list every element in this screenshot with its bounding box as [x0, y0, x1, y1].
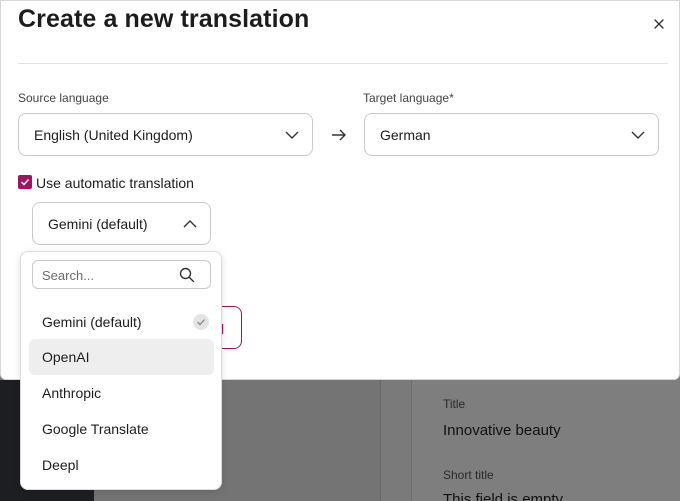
dropdown-option-deepl[interactable]: Deepl [29, 447, 214, 483]
source-language-label: Source language [18, 91, 109, 105]
short-title-field-label: Short title [443, 468, 494, 482]
option-label: Deepl [42, 457, 79, 473]
target-language-value: German [380, 127, 431, 143]
dropdown-search [32, 260, 211, 289]
dropdown-search-input[interactable] [42, 266, 172, 284]
source-language-value: English (United Kingdom) [34, 127, 193, 143]
engine-dropdown: Gemini (default) OpenAI Anthropic Google… [20, 251, 222, 490]
target-language-label: Target language* [363, 91, 454, 105]
modal-title: Create a new translation [18, 5, 310, 33]
close-button[interactable] [650, 15, 668, 33]
checkmark-icon [20, 178, 30, 186]
chevron-up-icon [183, 220, 197, 228]
auto-translate-checkbox[interactable] [18, 175, 32, 189]
search-icon [179, 267, 195, 283]
title-field-label: Title [443, 397, 466, 411]
translation-engine-select[interactable]: Gemini (default) [32, 202, 211, 245]
close-icon [654, 19, 664, 29]
chevron-down-icon [631, 131, 645, 139]
check-icon [193, 314, 209, 330]
header-divider [18, 63, 668, 64]
details-card: Title Innovative beauty Short title This… [411, 380, 680, 501]
option-label: Google Translate [42, 421, 149, 437]
target-language-select[interactable]: German [364, 113, 659, 156]
dropdown-option-google-translate[interactable]: Google Translate [29, 411, 214, 447]
short-title-field-value: This field is empty [443, 491, 564, 501]
option-label: OpenAI [42, 349, 90, 365]
option-label: Anthropic [42, 385, 102, 401]
arrow-right-icon [332, 129, 346, 141]
option-label: Gemini (default) [42, 314, 142, 330]
auto-translate-label: Use automatic translation [36, 175, 194, 191]
dropdown-option-openai[interactable]: OpenAI [29, 339, 214, 375]
title-field-value: Innovative beauty [443, 422, 561, 439]
translation-engine-value: Gemini (default) [48, 216, 148, 232]
panel-gutter [381, 380, 411, 501]
source-language-select[interactable]: English (United Kingdom) [18, 113, 313, 156]
dropdown-option-gemini[interactable]: Gemini (default) [29, 304, 214, 340]
dropdown-option-anthropic[interactable]: Anthropic [29, 375, 214, 411]
chevron-down-icon [285, 131, 299, 139]
